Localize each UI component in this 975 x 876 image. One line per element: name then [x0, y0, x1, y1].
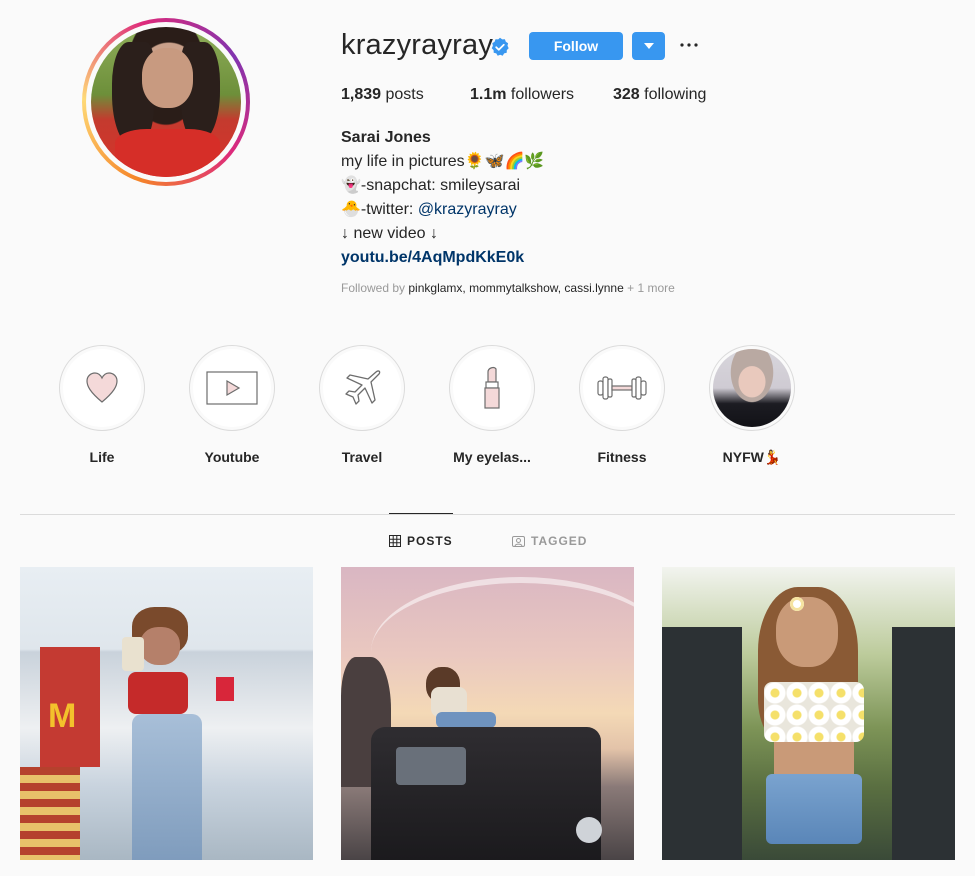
- post-thumbnail[interactable]: M: [20, 567, 313, 860]
- profile-photo: [91, 27, 241, 177]
- play-icon: [206, 371, 258, 405]
- highlight-youtube[interactable]: Youtube: [167, 345, 297, 465]
- more-options-button[interactable]: [678, 34, 700, 56]
- dumbbell-icon: [597, 376, 647, 400]
- profile-bio: Sarai Jones my life in pictures🌻🦋🌈🌿 👻-sn…: [341, 126, 544, 270]
- triangle-down-icon: [643, 42, 654, 49]
- active-tab-indicator: [389, 513, 453, 514]
- airplane-icon: [345, 370, 381, 405]
- posts-count: 1,839 posts: [341, 86, 424, 103]
- tab-posts[interactable]: POSTS: [389, 534, 453, 548]
- following-link[interactable]: 328 following: [613, 86, 706, 104]
- highlight-fitness[interactable]: Fitness: [557, 345, 687, 465]
- highlight-cover-photo: [713, 349, 791, 427]
- tabs-divider: [20, 514, 955, 515]
- ellipsis-icon: [680, 43, 698, 47]
- tab-tagged[interactable]: TAGGED: [512, 534, 587, 548]
- post-thumbnail[interactable]: [662, 567, 955, 860]
- post-thumbnail[interactable]: [341, 567, 634, 860]
- verified-badge-icon: [491, 37, 509, 56]
- highlight-life[interactable]: Life: [37, 345, 167, 465]
- twitter-mention-link[interactable]: @krazyrayray: [418, 201, 517, 218]
- bio-line: 🐣-twitter: @krazyrayray: [341, 201, 517, 218]
- tag-person-icon: [512, 536, 525, 547]
- full-name: Sarai Jones: [341, 129, 431, 146]
- followers-link[interactable]: 1.1m followers: [470, 86, 574, 104]
- bio-line: my life in pictures🌻🦋🌈🌿: [341, 153, 545, 170]
- lipstick-icon: [484, 366, 500, 409]
- profile-avatar[interactable]: [82, 18, 250, 186]
- bio-line: ↓ new video ↓: [341, 225, 438, 242]
- follow-button[interactable]: Follow: [529, 32, 623, 60]
- highlight-eyelashes[interactable]: My eyelas...: [427, 345, 557, 465]
- suggested-dropdown-button[interactable]: [632, 32, 665, 60]
- username: krazyrayray: [341, 29, 494, 61]
- heart-icon: [86, 372, 118, 403]
- highlight-nyfw[interactable]: NYFW💃: [687, 345, 817, 466]
- highlight-travel[interactable]: Travel: [297, 345, 427, 465]
- external-link[interactable]: youtu.be/4AqMpdKkE0k: [341, 246, 544, 270]
- followed-by[interactable]: Followed by pinkglamx, mommytalkshow, ca…: [341, 281, 675, 295]
- grid-icon: [389, 535, 401, 547]
- bio-line: 👻-snapchat: smileysarai: [341, 177, 521, 194]
